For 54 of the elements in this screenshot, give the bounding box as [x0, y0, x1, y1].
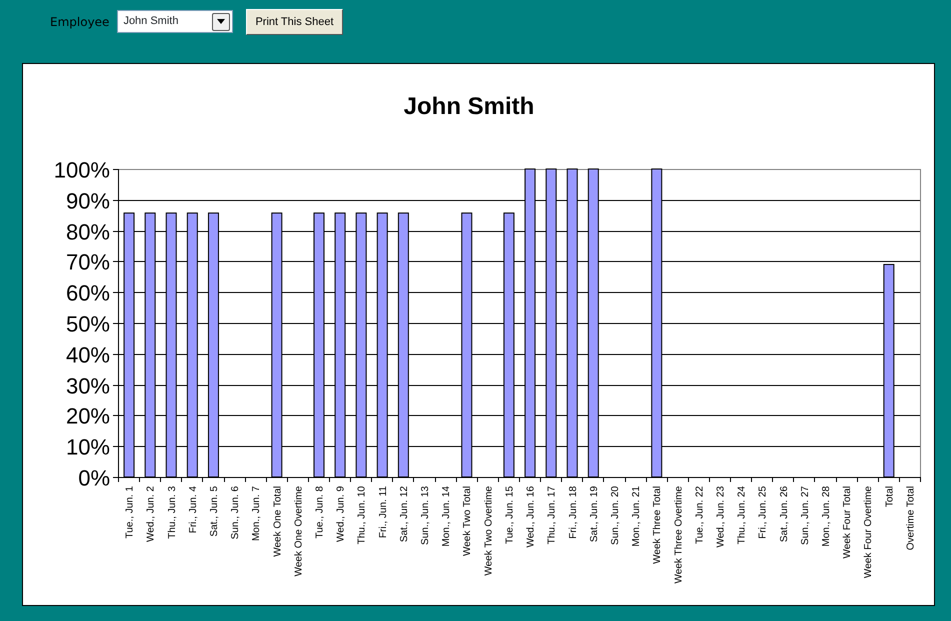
axis-label: Mon., Jun. 28	[821, 486, 832, 547]
axis-label: Mon., Jun. 21	[631, 486, 642, 547]
axis-label: Sat., Jun. 19	[588, 486, 600, 542]
axis-label: Week Three Overtime	[673, 486, 684, 584]
axis-label: Week Four Total	[842, 486, 854, 558]
axis-label: Tue., Jun. 22	[694, 486, 706, 544]
axis-label: 60%	[66, 280, 110, 306]
axis-label: 0%	[78, 466, 110, 490]
axis-label: 80%	[66, 220, 110, 244]
axis-label: Week Three Total	[652, 486, 664, 564]
axis-label: Sun., Jun. 6	[230, 486, 242, 540]
axis-label: Mon., Jun. 7	[251, 486, 262, 542]
axis-label: Fri., Jun. 25	[758, 486, 769, 539]
axis-label: Mon., Jun. 14	[441, 486, 452, 547]
axis-label: Fri., Jun. 4	[188, 486, 199, 534]
axis-label: 20%	[66, 404, 110, 428]
axis-label: 50%	[66, 312, 110, 336]
print-button[interactable]: Print This Sheet	[246, 9, 342, 35]
chart-title: John Smith	[404, 93, 534, 120]
axis-label: Week Two Overtime	[483, 486, 494, 576]
employee-label: Employee	[50, 14, 110, 31]
axis-label: Total	[884, 486, 896, 508]
axis-label: Fri., Jun. 18	[568, 486, 579, 539]
axis-label: Fri., Jun. 11	[378, 486, 389, 538]
axis-label: 30%	[66, 374, 110, 398]
axis-label: Week One Total	[272, 486, 284, 557]
axis-label: Sat., Jun. 5	[208, 486, 220, 537]
axis-label: Tue., Jun. 1	[124, 486, 136, 538]
axis-label: 90%	[66, 188, 110, 214]
axis-label: Thu., Jun. 17	[546, 486, 558, 544]
axis-label: Thu., Jun. 10	[356, 486, 368, 544]
axis-label: Thu., Jun. 3	[166, 486, 178, 539]
axis-label: Week Four Overtime	[863, 486, 874, 578]
axis-label: Week One Overtime	[293, 486, 304, 576]
axis-label: Week Two Total	[462, 486, 474, 556]
employee-dropdown[interactable]: John Smith	[117, 10, 234, 33]
axis-label: Thu., Jun. 24	[736, 486, 748, 544]
axis-label: Sat., Jun. 26	[778, 486, 790, 542]
axis-label: Tue., Jun. 8	[314, 486, 326, 538]
axis-label: Overtime Total	[905, 486, 916, 550]
axis-label: 70%	[66, 250, 110, 274]
axis-label: Wed., Jun. 2	[146, 486, 157, 542]
axis-label: Sun., Jun. 13	[420, 486, 432, 545]
axis-label: Wed., Jun. 16	[526, 486, 537, 548]
axis-label: 40%	[66, 342, 110, 368]
axis-label: Sun., Jun. 20	[610, 486, 621, 545]
axis-label: Wed., Jun. 9	[336, 486, 347, 542]
axis-label: Sun., Jun. 27	[800, 486, 811, 545]
axis-label: 10%	[66, 434, 110, 460]
axis-label: Wed., Jun. 23	[716, 486, 726, 548]
caret-icon	[217, 19, 226, 24]
axis-label: Tue., Jun. 15	[504, 486, 516, 544]
axis-label: Sat., Jun. 12	[398, 486, 410, 542]
axis-label: 100%	[54, 158, 110, 182]
